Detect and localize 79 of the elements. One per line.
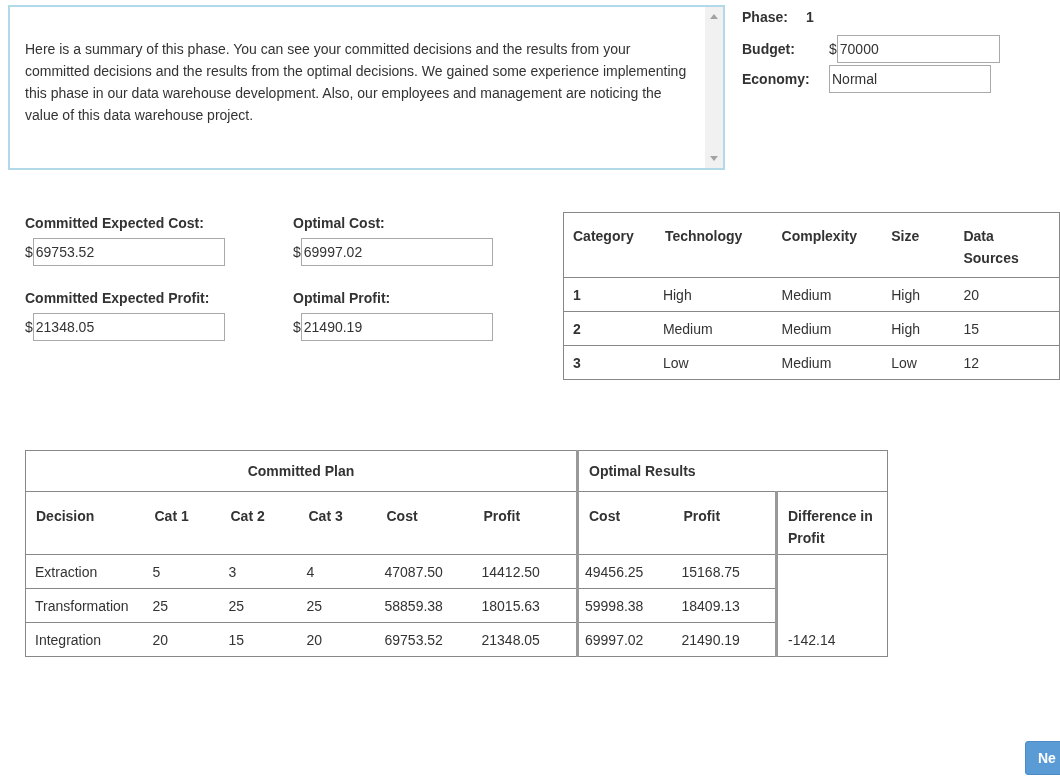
input-field[interactable]: 70000 xyxy=(836,35,1000,63)
group-header: Committed Plan xyxy=(25,450,578,492)
phase-label: Phase: xyxy=(742,9,789,25)
table-cell: 1 xyxy=(563,277,656,312)
scroll-down-icon[interactable] xyxy=(710,156,718,161)
column-header: Cat 3 xyxy=(300,491,379,555)
table-cell: 12 xyxy=(954,345,1060,380)
table-cell: 20 xyxy=(954,277,1060,312)
input-field[interactable]: 69997.02 xyxy=(300,238,493,266)
column-header: Cat 1 xyxy=(146,491,223,555)
input-field[interactable]: 21348.05 xyxy=(32,313,225,341)
table-cell: 25 xyxy=(222,588,301,623)
table-cell: 15168.75 xyxy=(675,554,777,589)
currency-sign: $ xyxy=(293,244,301,260)
table-cell: High xyxy=(882,311,955,346)
table-cell: Medium xyxy=(772,345,883,380)
field-label: Economy: xyxy=(742,71,811,87)
column-header: Data Sources xyxy=(954,212,1060,278)
table-cell: Medium xyxy=(772,311,883,346)
table-cell: Medium xyxy=(655,311,773,346)
column-header: Difference in Profit xyxy=(776,491,888,555)
column-header: Complexity xyxy=(772,212,883,278)
field-label: Committed Expected Profit: xyxy=(25,290,211,306)
input-field[interactable]: 21490.19 xyxy=(300,313,493,341)
column-header: Size xyxy=(882,212,955,278)
field-label: Budget: xyxy=(742,41,796,57)
table-cell: Medium xyxy=(772,277,883,312)
table-cell: Extraction xyxy=(25,554,147,589)
scrollbar[interactable] xyxy=(705,7,723,168)
table-cell: 15 xyxy=(222,622,301,657)
table-cell: 2 xyxy=(563,311,656,346)
phase-value: 1 xyxy=(806,9,814,25)
table-cell: 3 xyxy=(222,554,301,589)
field-label: Committed Expected Cost: xyxy=(25,215,205,231)
table-cell: 47087.50 xyxy=(378,554,476,589)
table-cell: 14412.50 xyxy=(475,554,578,589)
table-cell: 20 xyxy=(300,622,379,657)
currency-sign: $ xyxy=(25,319,33,335)
table-cell: 15 xyxy=(954,311,1060,346)
table-cell: 49456.25 xyxy=(577,554,676,589)
table-cell: High xyxy=(655,277,773,312)
field-label: Optimal Cost: xyxy=(293,215,386,231)
table-cell: 3 xyxy=(563,345,656,380)
currency-sign: $ xyxy=(293,319,301,335)
summary-textarea[interactable]: Here is a summary of this phase. You can see your committed decisions and the results from your committed decisions and the results from the optimal decisions. We gained some experience implementing this phase in our data warehouse development. Also, our employees and management are noticing the value of this data warehouse project. xyxy=(8,5,725,170)
table-cell: 4 xyxy=(300,554,379,589)
table-cell: 58859.38 xyxy=(378,588,476,623)
table-cell: 69753.52 xyxy=(378,622,476,657)
table-cell: 21490.19 xyxy=(675,622,777,657)
column-header: Cat 2 xyxy=(222,491,301,555)
field-label: Optimal Profit: xyxy=(293,290,392,306)
table-cell: High xyxy=(882,277,955,312)
group-header: Optimal Results xyxy=(577,450,888,492)
column-header: Cost xyxy=(577,491,676,555)
currency-sign: $ xyxy=(25,244,33,260)
table-cell: 25 xyxy=(146,588,223,623)
table-cell: Low xyxy=(882,345,955,380)
column-header: Cost xyxy=(378,491,476,555)
table-cell: Low xyxy=(655,345,773,380)
table-cell: 5 xyxy=(146,554,223,589)
input-field[interactable]: 69753.52 xyxy=(32,238,225,266)
table-cell: 18409.13 xyxy=(675,588,777,623)
table-cell: 25 xyxy=(300,588,379,623)
table-cell: Integration xyxy=(25,622,147,657)
column-header: Profit xyxy=(675,491,777,555)
table-cell: 59998.38 xyxy=(577,588,676,623)
column-header: Technology xyxy=(655,212,773,278)
table-cell: 18015.63 xyxy=(475,588,578,623)
table-cell: Transformation xyxy=(25,588,147,623)
column-header: Decision xyxy=(25,491,147,555)
table-cell: -142.14 xyxy=(776,622,888,657)
table-cell: 21348.05 xyxy=(475,622,578,657)
column-header: Category xyxy=(563,212,656,278)
scroll-up-icon[interactable] xyxy=(710,14,718,19)
input-field[interactable]: Normal xyxy=(829,65,991,93)
table-cell: 20 xyxy=(146,622,223,657)
column-header: Profit xyxy=(475,491,578,555)
table-cell: 69997.02 xyxy=(577,622,676,657)
currency-sign: $ xyxy=(829,41,837,57)
